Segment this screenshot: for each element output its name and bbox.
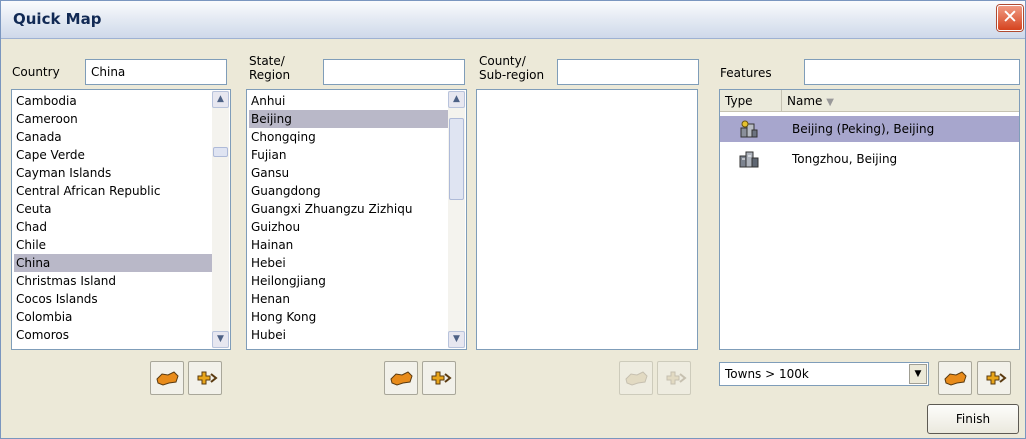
state-items: Anhui Beijing Chongqing Fujian Gansu Guangdon…	[249, 92, 448, 344]
scroll-up-button[interactable]: ▲	[448, 91, 465, 108]
list-item[interactable]: Henan	[249, 290, 448, 308]
list-item[interactable]: Cayman Islands	[14, 164, 212, 182]
finish-button[interactable]: Finish	[927, 404, 1019, 434]
feature-name: Tongzhou, Beijing	[792, 152, 898, 166]
county-search-input[interactable]	[557, 59, 699, 85]
list-item[interactable]: Guangxi Zhuangzu Zizhiqu	[249, 200, 448, 218]
column-type[interactable]: Type	[720, 90, 782, 112]
column-name[interactable]: Name ▼	[782, 90, 1019, 112]
state-label-line1: State/	[249, 54, 285, 68]
feature-row[interactable]: Beijing (Peking), Beijing	[720, 116, 1019, 142]
map-icon	[944, 371, 967, 386]
capital-city-icon	[740, 120, 758, 138]
add-arrow-icon	[197, 371, 218, 385]
window-title: Quick Map	[13, 10, 102, 28]
list-item[interactable]: Canada	[14, 128, 212, 146]
map-icon	[390, 371, 413, 386]
add-arrow-icon	[666, 371, 687, 385]
list-item[interactable]: Hong Kong	[249, 308, 448, 326]
list-item[interactable]: Central African Republic	[14, 182, 212, 200]
state-search-input[interactable]	[323, 59, 465, 85]
list-item[interactable]: Ceuta	[14, 200, 212, 218]
country-show-on-map-button[interactable]	[150, 361, 184, 395]
quick-map-dialog: Quick Map ✕ Country CambodiaCameroonCana…	[0, 0, 1026, 439]
county-label-line1: County/	[479, 54, 526, 68]
features-search-input[interactable]	[804, 59, 1020, 85]
town-icon	[739, 151, 759, 168]
state-scrollbar[interactable]: ▲ ▼	[448, 91, 465, 348]
add-arrow-icon	[431, 371, 452, 385]
county-add-button[interactable]	[657, 361, 691, 395]
list-item[interactable]: Hebei	[249, 254, 448, 272]
list-item[interactable]: Cambodia	[14, 92, 212, 110]
scroll-up-button[interactable]: ▲	[212, 91, 229, 108]
list-item[interactable]: Gansu	[249, 164, 448, 182]
country-items: Cambodia Cameroon Canada Cape Verde Cayman I…	[14, 92, 212, 344]
features-header: Type Name ▼	[720, 90, 1019, 112]
scroll-thumb[interactable]	[213, 147, 228, 157]
list-item[interactable]: Heilongjiang	[249, 272, 448, 290]
sort-desc-icon: ▼	[826, 97, 834, 108]
list-item[interactable]: Christmas Island	[14, 272, 212, 290]
features-add-button[interactable]	[977, 361, 1011, 395]
scroll-down-button[interactable]: ▼	[212, 331, 229, 348]
list-item[interactable]: Comoros	[14, 326, 212, 344]
country-scrollbar[interactable]: ▲ ▼	[212, 91, 229, 348]
features-show-on-map-button[interactable]	[938, 361, 972, 395]
list-item[interactable]: Guizhou	[249, 218, 448, 236]
county-show-on-map-button[interactable]	[619, 361, 653, 395]
scroll-thumb[interactable]	[449, 118, 464, 200]
close-button[interactable]: ✕	[997, 5, 1023, 31]
list-item[interactable]: Chongqing	[249, 128, 448, 146]
list-item[interactable]: Cocos Islands	[14, 290, 212, 308]
list-item[interactable]: Beijing	[249, 110, 448, 128]
map-icon	[625, 371, 648, 386]
list-item[interactable]: Chad	[14, 218, 212, 236]
feature-filter-value: Towns > 100k	[725, 367, 809, 381]
county-list[interactable]	[476, 89, 698, 350]
list-item[interactable]: Anhui	[249, 92, 448, 110]
list-item[interactable]: Guangdong	[249, 182, 448, 200]
list-item[interactable]: Chile	[14, 236, 212, 254]
features-label: Features	[720, 66, 772, 80]
country-list[interactable]: Cambodia Cameroon Canada Cape Verde Cayman I…	[11, 89, 231, 350]
add-arrow-icon	[986, 371, 1007, 385]
scroll-down-button[interactable]: ▼	[448, 331, 465, 348]
title-bar[interactable]: Quick Map ✕	[1, 1, 1025, 39]
map-icon	[156, 371, 179, 386]
column-type-label: Type	[725, 94, 753, 108]
country-search-input[interactable]	[85, 59, 227, 85]
feature-filter-select[interactable]: Towns > 100k ▼	[719, 362, 929, 386]
list-item[interactable]: China	[14, 254, 212, 272]
list-item[interactable]: Cape Verde	[14, 146, 212, 164]
state-list[interactable]: Anhui Beijing Chongqing Fujian Gansu Guangdon…	[246, 89, 467, 350]
state-add-button[interactable]	[422, 361, 456, 395]
county-label: County/ Sub-region	[479, 54, 544, 82]
list-item[interactable]: Hainan	[249, 236, 448, 254]
list-item[interactable]: Colombia	[14, 308, 212, 326]
state-label-line2: Region	[249, 68, 291, 82]
country-label: Country	[12, 65, 60, 79]
list-item[interactable]: Fujian	[249, 146, 448, 164]
feature-row[interactable]: Tongzhou, Beijing	[720, 146, 1019, 172]
list-item[interactable]: Cameroon	[14, 110, 212, 128]
county-label-line2: Sub-region	[479, 68, 545, 82]
column-name-label: Name	[787, 94, 823, 108]
chevron-down-icon[interactable]: ▼	[909, 364, 927, 384]
country-add-button[interactable]	[188, 361, 222, 395]
list-item[interactable]: Hubei	[249, 326, 448, 344]
features-list[interactable]: Type Name ▼ Beijing (Peking), Beijing To…	[719, 89, 1020, 350]
state-show-on-map-button[interactable]	[384, 361, 418, 395]
feature-name: Beijing (Peking), Beijing	[792, 122, 935, 136]
state-label: State/ Region	[249, 54, 290, 82]
